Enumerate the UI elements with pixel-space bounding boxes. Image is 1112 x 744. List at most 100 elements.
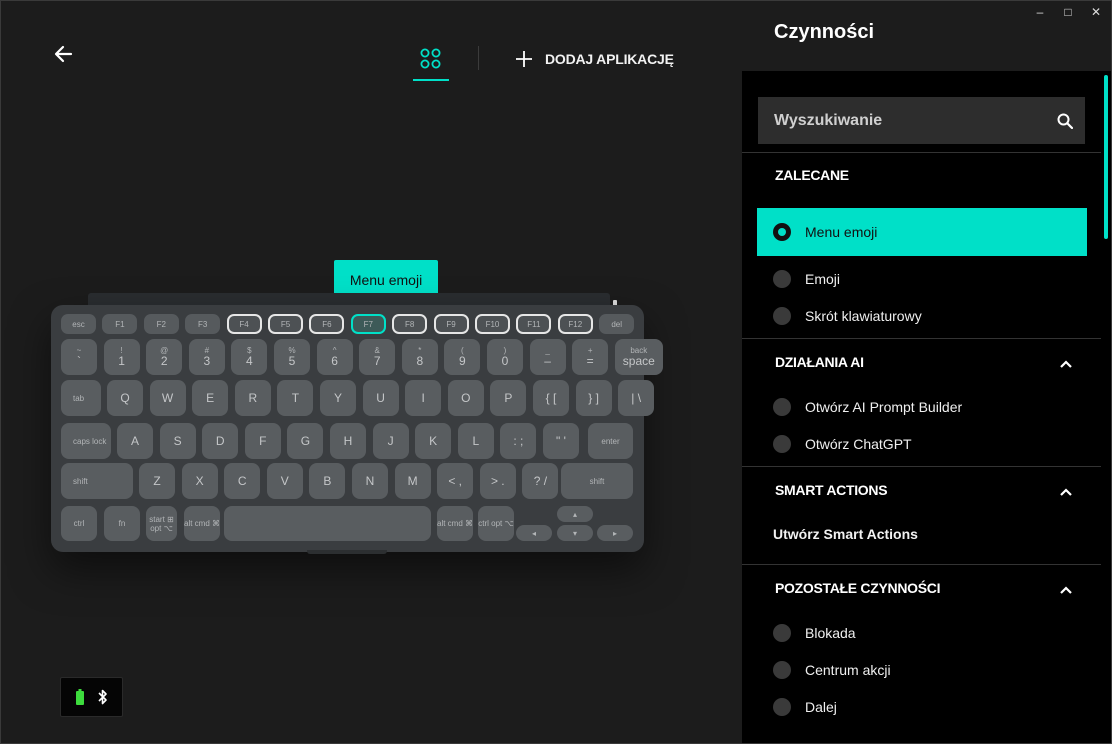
option-emoji-menu[interactable]: Menu emoji bbox=[757, 208, 1087, 256]
key-esc[interactable]: esc bbox=[61, 314, 96, 334]
key-modifier[interactable]: ctrl bbox=[61, 506, 97, 541]
key-modifier[interactable]: alt cmd ⌘ bbox=[184, 506, 220, 541]
key-letter[interactable]: X bbox=[181, 463, 218, 499]
keyboard-bottom-foot bbox=[307, 550, 387, 554]
key-letter[interactable]: { [ bbox=[533, 380, 569, 416]
key-f3[interactable]: F3 bbox=[185, 314, 221, 334]
option-next[interactable]: Dalej bbox=[757, 683, 1087, 731]
key-f8[interactable]: F8 bbox=[392, 314, 428, 334]
key-arrow-down[interactable]: ▾ bbox=[557, 525, 593, 541]
key-number-row[interactable]: + = bbox=[572, 339, 609, 375]
key-number-row[interactable]: _ – bbox=[529, 339, 566, 375]
key-letter[interactable]: O bbox=[447, 380, 484, 416]
key-letter[interactable]: } ] bbox=[575, 380, 612, 416]
key-modifier[interactable]: ▸ bbox=[597, 525, 633, 541]
key-modifier[interactable]: alt cmd ⌘ bbox=[437, 506, 473, 541]
key-number-row[interactable]: $4 bbox=[231, 339, 268, 375]
minimize-button[interactable]: – bbox=[1035, 5, 1045, 19]
key-label: shift bbox=[589, 476, 605, 486]
key-number-row[interactable]: #3 bbox=[188, 339, 225, 375]
key-number-row[interactable]: ~ ` bbox=[61, 339, 97, 375]
key-letter[interactable]: A bbox=[117, 423, 153, 459]
key-f7[interactable]: F7 bbox=[350, 314, 386, 334]
search-box[interactable] bbox=[758, 97, 1085, 144]
key-f1[interactable]: F1 bbox=[102, 314, 138, 334]
close-button[interactable]: ✕ bbox=[1091, 5, 1101, 19]
back-button[interactable] bbox=[51, 41, 77, 67]
key-modifier[interactable]: fn bbox=[104, 506, 140, 541]
key-f12[interactable]: F12 bbox=[557, 314, 593, 334]
key-letter[interactable]: J bbox=[372, 423, 409, 459]
key-letter[interactable]: N bbox=[352, 463, 388, 499]
key-number-row[interactable]: ) 0 bbox=[487, 339, 523, 375]
key-f11[interactable]: F11 bbox=[516, 314, 552, 334]
key-letter[interactable]: P bbox=[490, 380, 527, 416]
key-letter[interactable]: B bbox=[309, 463, 346, 499]
search-icon[interactable] bbox=[1057, 113, 1073, 129]
key-number-row[interactable]: & 7 bbox=[359, 339, 396, 375]
chevron-up-icon[interactable] bbox=[1059, 487, 1073, 497]
key-f9[interactable]: F9 bbox=[433, 314, 469, 334]
key-f5[interactable]: F5 bbox=[268, 314, 303, 334]
key-del[interactable]: del bbox=[599, 314, 635, 334]
key-letter[interactable]: E bbox=[192, 380, 229, 416]
key-letter[interactable]: K bbox=[415, 423, 452, 459]
key-arrow-up[interactable]: ▴ bbox=[557, 506, 593, 522]
option-chatgpt[interactable]: Otwórz ChatGPT bbox=[757, 420, 1087, 468]
panel-scrollbar[interactable] bbox=[1104, 75, 1108, 239]
key-letter[interactable]: M bbox=[394, 463, 431, 499]
key-letter[interactable]: shift bbox=[561, 463, 633, 499]
key-letter[interactable]: V bbox=[266, 463, 303, 499]
maximize-button[interactable]: □ bbox=[1063, 5, 1073, 19]
key-label: < , bbox=[448, 473, 463, 488]
key-f2[interactable]: F2 bbox=[143, 314, 179, 334]
key-letter[interactable]: ? / bbox=[522, 463, 559, 499]
create-smart-actions-link[interactable]: Utwórz Smart Actions bbox=[773, 526, 918, 542]
key-letter[interactable]: < , bbox=[437, 463, 474, 499]
key-letter[interactable]: R bbox=[234, 380, 271, 416]
key-f4[interactable]: F4 bbox=[226, 314, 262, 334]
key-letter[interactable]: : ; bbox=[500, 423, 537, 459]
key-label: Q bbox=[120, 390, 130, 405]
search-input[interactable] bbox=[774, 111, 1044, 130]
key-modifier[interactable] bbox=[224, 506, 431, 541]
key-letter[interactable]: G bbox=[287, 423, 324, 459]
key-number-row[interactable]: ! 1 bbox=[103, 339, 140, 375]
key-number-row[interactable]: * 8 bbox=[401, 339, 438, 375]
key-letter[interactable]: I bbox=[405, 380, 442, 416]
key-f6[interactable]: F6 bbox=[309, 314, 345, 334]
key-f10[interactable]: F10 bbox=[475, 314, 510, 334]
key-modifier[interactable]: start ⊞ opt ⌥ bbox=[146, 506, 177, 541]
add-application-button[interactable]: DODAJ APLIKACJĘ bbox=[515, 48, 674, 70]
key-letter[interactable]: S bbox=[159, 423, 196, 459]
key-letter[interactable]: Q bbox=[107, 380, 143, 416]
key-letter[interactable]: | \ bbox=[618, 380, 655, 416]
key-letter[interactable]: tab bbox=[61, 380, 101, 416]
key-letter[interactable]: L bbox=[457, 423, 494, 459]
key-number-row[interactable]: (9 bbox=[444, 339, 481, 375]
key-letter[interactable]: T bbox=[277, 380, 314, 416]
key-letter[interactable]: " ' bbox=[543, 423, 579, 459]
key-letter[interactable]: shift bbox=[61, 463, 133, 499]
tab-all-applications[interactable] bbox=[413, 41, 449, 81]
key-modifier[interactable]: ctrl opt ⌥ bbox=[478, 506, 514, 541]
key-letter[interactable]: U bbox=[362, 380, 399, 416]
key-letter[interactable]: H bbox=[330, 423, 366, 459]
option-keyboard-shortcut[interactable]: Skrót klawiaturowy bbox=[757, 292, 1087, 340]
chevron-up-icon[interactable] bbox=[1059, 359, 1073, 369]
key-letter[interactable]: D bbox=[202, 423, 239, 459]
key-letter[interactable]: > . bbox=[479, 463, 516, 499]
key-number-row[interactable]: @2 bbox=[146, 339, 183, 375]
key-letter[interactable]: Z bbox=[139, 463, 175, 499]
key-letter[interactable]: caps lock bbox=[61, 423, 111, 459]
chevron-up-icon[interactable] bbox=[1059, 585, 1073, 595]
key-letter[interactable]: F bbox=[244, 423, 281, 459]
key-modifier[interactable]: ◂ bbox=[516, 525, 552, 541]
key-letter[interactable]: C bbox=[224, 463, 261, 499]
key-number-row[interactable]: back space bbox=[614, 339, 663, 375]
key-letter[interactable]: Y bbox=[320, 380, 356, 416]
key-letter[interactable]: W bbox=[149, 380, 186, 416]
key-number-row[interactable]: % 5 bbox=[274, 339, 310, 375]
key-number-row[interactable]: ^ 6 bbox=[316, 339, 353, 375]
key-letter[interactable]: enter bbox=[588, 423, 633, 459]
